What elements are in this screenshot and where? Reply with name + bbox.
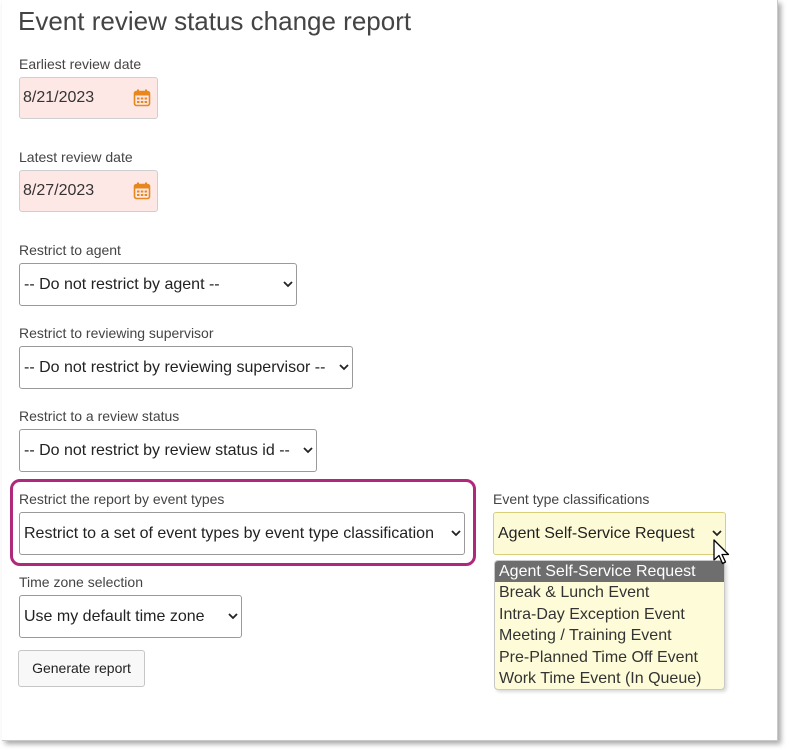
chevron-down-icon <box>283 281 293 288</box>
page-title: Event review status change report <box>18 6 412 36</box>
latest-date-value: 8/27/2023 <box>23 182 95 199</box>
classifications-select[interactable]: Agent Self-Service Request <box>493 512 726 555</box>
event-types-select-value: Restrict to a set of event types by even… <box>24 525 434 542</box>
calendar-icon[interactable] <box>133 89 151 107</box>
mouse-cursor-icon <box>713 539 730 565</box>
dropdown-option[interactable]: Intra-Day Exception Event <box>495 604 724 625</box>
dropdown-option[interactable]: Agent Self-Service Request <box>495 561 724 583</box>
agent-select-value: -- Do not restrict by agent -- <box>24 276 220 293</box>
supervisor-select-value: -- Do not restrict by reviewing supervis… <box>24 359 326 376</box>
dropdown-option[interactable]: Work Time Event (In Queue) <box>495 668 724 689</box>
agent-label: Restrict to agent <box>19 242 121 258</box>
dropdown-option[interactable]: Break & Lunch Event <box>495 582 724 603</box>
event-types-label: Restrict the report by event types <box>19 491 225 507</box>
review-status-label: Restrict to a review status <box>19 408 180 424</box>
chevron-down-icon <box>712 530 722 537</box>
earliest-date-input[interactable]: 8/21/2023 <box>19 77 158 119</box>
chevron-down-icon <box>451 530 461 537</box>
chevron-down-icon <box>339 364 349 371</box>
earliest-date-label: Earliest review date <box>19 56 142 72</box>
review-status-select-value: -- Do not restrict by review status id -… <box>24 442 290 459</box>
supervisor-select[interactable]: -- Do not restrict by reviewing supervis… <box>19 346 353 389</box>
calendar-icon[interactable] <box>133 182 151 200</box>
event-types-select[interactable]: Restrict to a set of event types by even… <box>19 512 465 555</box>
chevron-down-icon <box>303 447 313 454</box>
timezone-select[interactable]: Use my default time zone <box>19 595 242 638</box>
classifications-label: Event type classifications <box>493 491 650 507</box>
dropdown-option[interactable]: Meeting / Training Event <box>495 625 724 646</box>
classifications-select-value: Agent Self-Service Request <box>498 525 695 542</box>
dropdown-option[interactable]: Pre-Planned Time Off Event <box>495 647 724 668</box>
agent-select[interactable]: -- Do not restrict by agent -- <box>19 263 297 306</box>
review-status-select[interactable]: -- Do not restrict by review status id -… <box>19 429 317 472</box>
classifications-dropdown[interactable]: Agent Self-Service Request Break & Lunch… <box>494 560 725 690</box>
supervisor-label: Restrict to reviewing supervisor <box>19 325 214 341</box>
generate-report-button[interactable]: Generate report <box>18 650 145 687</box>
timezone-label: Time zone selection <box>19 574 143 590</box>
latest-date-input[interactable]: 8/27/2023 <box>19 170 158 212</box>
chevron-down-icon <box>228 613 238 620</box>
latest-date-label: Latest review date <box>19 149 133 165</box>
earliest-date-value: 8/21/2023 <box>23 89 95 106</box>
timezone-select-value: Use my default time zone <box>24 608 205 625</box>
